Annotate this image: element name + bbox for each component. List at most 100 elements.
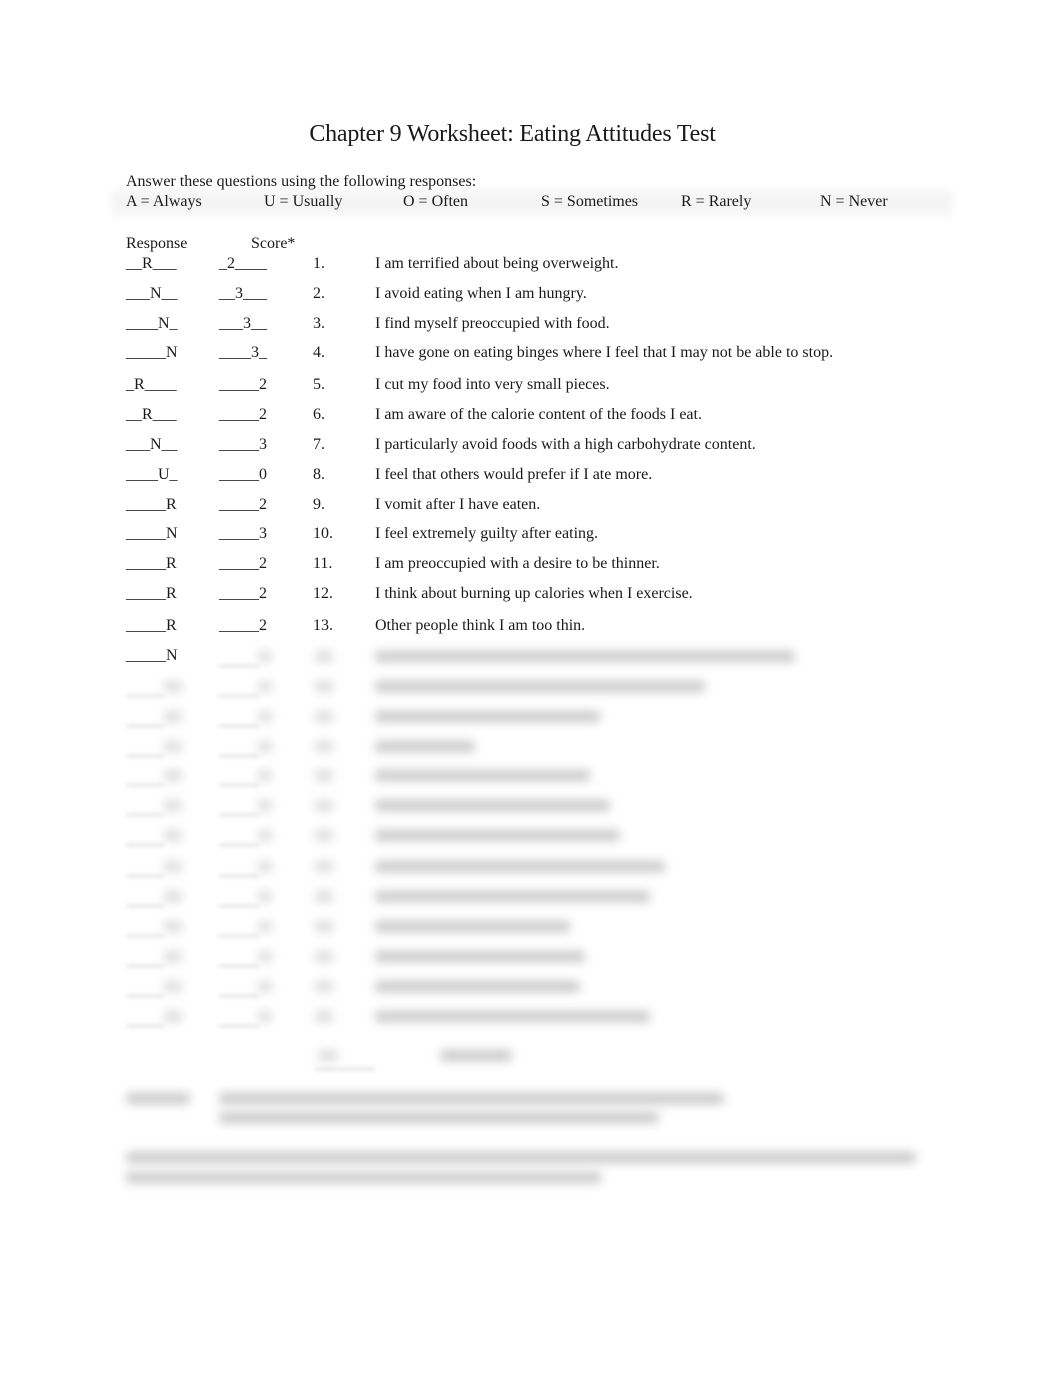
- blurred-text: [126, 1093, 190, 1104]
- question-row: _____R _____2 12. I think about burning up …: [0, 585, 1062, 605]
- blurred-text: [318, 1050, 338, 1061]
- blurred-text: [164, 681, 182, 692]
- score-value: _____0: [219, 466, 267, 483]
- blurred-text: [126, 875, 164, 877]
- question-number: 10.: [313, 525, 333, 542]
- blurred-text: [126, 905, 164, 907]
- question-row: _R____ _____2 5. I cut my food into very sm…: [0, 376, 1062, 396]
- blurred-text: [164, 861, 182, 872]
- question-row: _____R _____2 11. I am preoccupied with a d…: [0, 555, 1062, 575]
- blurred-text: [315, 981, 333, 992]
- question-number: 11.: [313, 555, 333, 572]
- blurred-text: [219, 905, 259, 907]
- blurred-text: [315, 651, 333, 662]
- question-text: Other people think I am too thin.: [375, 617, 586, 634]
- question-text: I have gone on eating binges where I fee…: [375, 344, 834, 361]
- question-text: I find myself preoccupied with food.: [375, 315, 610, 332]
- question-number: 2.: [313, 285, 325, 302]
- question-text: I am aware of the calorie content of the…: [375, 406, 702, 423]
- blurred-text: [126, 844, 164, 846]
- blurred-text: [258, 770, 272, 781]
- blurred-text: [375, 770, 590, 781]
- blurred-text: [375, 741, 475, 752]
- blurred-text: [258, 891, 272, 902]
- blurred-text: [126, 935, 164, 937]
- question-text: I feel extremely guilty after eating.: [375, 525, 599, 542]
- question-number: 7.: [313, 436, 325, 453]
- question-number: 12.: [313, 585, 333, 602]
- score-value: _____3: [219, 525, 267, 542]
- blurred-text: [164, 921, 182, 932]
- question-row: ____U_ _____0 8. I feel that others would p…: [0, 466, 1062, 486]
- question-number: 1.: [313, 255, 325, 272]
- question-text: I particularly avoid foods with a high c…: [375, 436, 756, 453]
- blurred-text: [258, 921, 272, 932]
- response-key-sometimes: S = Sometimes: [541, 193, 639, 210]
- response-answer: _____R: [126, 617, 177, 634]
- blurred-text: [315, 1011, 333, 1022]
- question-number: 9.: [313, 496, 325, 513]
- blurred-text: [258, 800, 272, 811]
- blurred-text: [126, 814, 164, 816]
- question-number: 3.: [313, 315, 325, 332]
- blurred-text: [258, 951, 272, 962]
- question-text: I cut my food into very small pieces.: [375, 376, 610, 393]
- blurred-text: [375, 800, 610, 811]
- blurred-text: [126, 725, 164, 727]
- blurred-text: [164, 1011, 182, 1022]
- score-value: ____3_: [219, 344, 267, 361]
- score-value: _____2: [219, 617, 267, 634]
- response-answer: _____N: [126, 344, 178, 361]
- blurred-text: [219, 784, 259, 786]
- question-number: 8.: [313, 466, 325, 483]
- blurred-text: [126, 995, 164, 997]
- blurred-text: [375, 921, 570, 932]
- blurred-text: [315, 830, 333, 841]
- response-key-usually: U = Usually: [264, 193, 343, 210]
- question-number: 5.: [313, 376, 325, 393]
- score-value: _____2: [219, 496, 267, 513]
- blurred-text: [315, 1068, 375, 1070]
- question-text: I think about burning up calories when I…: [375, 585, 693, 602]
- response-answer: _____R: [126, 555, 177, 572]
- score-value: _____2: [219, 555, 267, 572]
- blurred-text: [219, 1093, 724, 1104]
- response-14: _____N: [126, 647, 178, 664]
- blurred-text: [219, 875, 259, 877]
- blurred-text: [315, 741, 333, 752]
- score-value: _____3: [219, 436, 267, 453]
- response-answer: __R___: [126, 406, 177, 423]
- question-text: I vomit after I have eaten.: [375, 496, 541, 513]
- blurred-text: [164, 711, 182, 722]
- question-row: _____R _____2 13. Other people think I am t…: [0, 617, 1062, 637]
- question-row: ____N_ ___3__ 3. I find myself preoccupied …: [0, 315, 1062, 335]
- blurred-text: [219, 814, 259, 816]
- blurred-text: [375, 891, 650, 902]
- question-row: __R___ _2____ 1. I am terrified about being…: [0, 255, 1062, 275]
- blurred-text: [219, 965, 259, 967]
- blurred-text: [164, 800, 182, 811]
- blurred-text: [219, 995, 259, 997]
- blurred-text: [219, 1025, 259, 1027]
- question-row: _____R _____2 9. I vomit after I have eaten…: [0, 496, 1062, 516]
- blurred-text: [219, 1112, 659, 1123]
- blurred-text: [126, 965, 164, 967]
- blurred-text: [375, 681, 705, 692]
- blurred-text: [258, 651, 272, 662]
- blurred-text: [219, 844, 259, 846]
- response-key-often: O = Often: [403, 193, 469, 210]
- score-value: _____2: [219, 376, 267, 393]
- score-value: _____2: [219, 406, 267, 423]
- blurred-text: [375, 861, 665, 872]
- blurred-text: [258, 711, 272, 722]
- blurred-text: [126, 695, 164, 697]
- blurred-text: [315, 800, 333, 811]
- blurred-text: [164, 951, 182, 962]
- page-title: Chapter 9 Worksheet: Eating Attitudes Te…: [309, 121, 716, 147]
- blurred-text: [219, 725, 259, 727]
- score-value: _____2: [219, 585, 267, 602]
- blurred-text: [126, 1172, 601, 1183]
- question-text: I am preoccupied with a desire to be thi…: [375, 555, 660, 572]
- response-answer: _____N: [126, 525, 178, 542]
- blurred-text: [164, 830, 182, 841]
